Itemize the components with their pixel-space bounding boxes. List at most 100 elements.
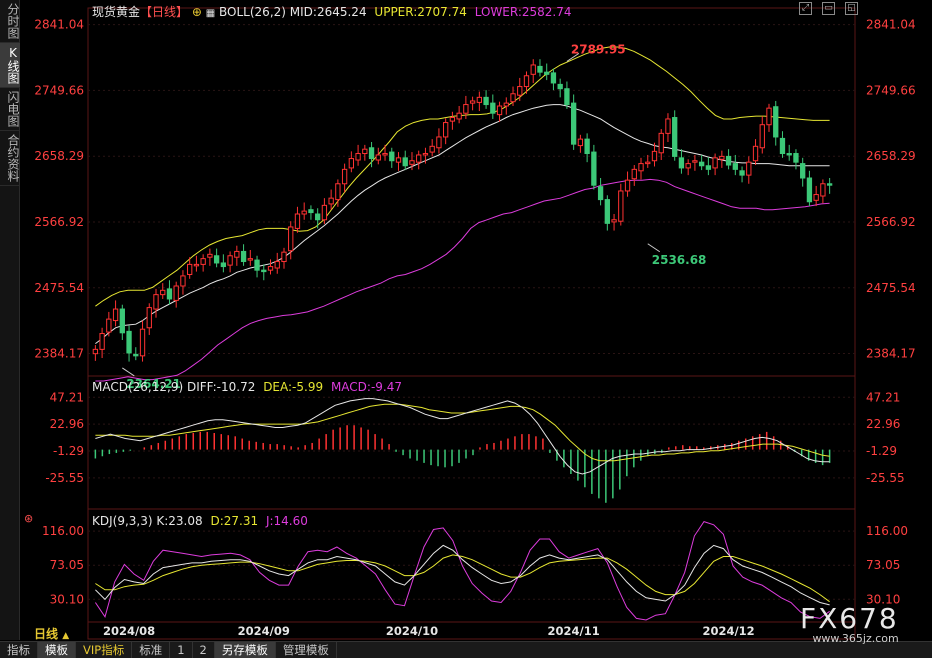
candle-body (779, 137, 786, 155)
candle-body (436, 136, 442, 149)
candle-body (119, 308, 125, 334)
price-tick-right: 2566.92 (866, 215, 916, 229)
add-icon[interactable]: ⊕ (192, 5, 202, 19)
annotation-leader (122, 367, 135, 377)
candle-body (705, 165, 712, 170)
candle-body (409, 160, 415, 165)
price-tick-right: 2475.54 (866, 281, 916, 295)
boll-mid: MID:2645.24 (289, 5, 367, 19)
candle-body (112, 308, 119, 322)
candle-body (624, 179, 631, 192)
candle-body (328, 197, 334, 205)
candle-body (261, 269, 267, 273)
tab-standard[interactable]: 标准 (132, 642, 171, 658)
candle-body (213, 255, 220, 264)
tab-template-2[interactable]: 2 (193, 642, 215, 658)
kdj-j-line (94, 521, 830, 621)
kdj-settings-icon[interactable]: ⊛ (24, 512, 33, 525)
kdj-d: D:27.31 (210, 514, 259, 528)
candle-body (92, 348, 99, 355)
settings-icon[interactable]: ▦ (206, 8, 215, 19)
kdj-k: K:23.08 (156, 514, 203, 528)
candle-body (469, 100, 476, 104)
chevron-down-icon[interactable]: ▲ (62, 631, 69, 641)
price-annotation: 2536.68 (652, 253, 707, 267)
layout-icon[interactable]: ▭ (822, 2, 835, 15)
price-tick-right: 2384.17 (866, 347, 916, 361)
kdj-k-line (95, 544, 830, 606)
price-tick-left: 2475.54 (34, 281, 84, 295)
boll-label: BOLL(26,2) (219, 5, 286, 19)
tab-kline-chart[interactable]: K线图 (0, 43, 20, 88)
candle-body (193, 263, 200, 267)
candle-body (577, 138, 584, 147)
candle-body (315, 213, 321, 221)
candle-body (638, 163, 644, 172)
candle-body (725, 155, 732, 166)
candle-body (752, 145, 759, 162)
candle-body (240, 250, 247, 263)
tab-save-template[interactable]: 另存模板 (214, 642, 276, 658)
tab-indicators[interactable]: 指标 (0, 642, 38, 658)
candle-body (820, 183, 826, 197)
boll-upper-line (95, 46, 830, 307)
symbol-name: 现货黄金 (92, 5, 141, 19)
candle-body (557, 83, 563, 90)
candle-body (584, 138, 590, 155)
macd-tick-right: -1.29 (866, 444, 897, 458)
tab-manage-templates[interactable]: 管理模板 (276, 642, 337, 658)
period-selector[interactable]: 日线 ▲ (34, 625, 69, 642)
macd-label: MACD(26,12,9) (92, 380, 184, 394)
candle-body (510, 93, 516, 103)
tab-time-chart[interactable]: 分时图 (0, 0, 20, 43)
candle-body (523, 75, 530, 88)
chart-canvas[interactable]: 2841.04 2841.04 2749.66 2749.66 2658.29 2658.… (0, 0, 932, 640)
candle-body (537, 65, 543, 73)
candle-body (382, 153, 388, 156)
candle-body (651, 150, 658, 162)
candle-body (368, 147, 375, 160)
candle-body (483, 96, 489, 106)
period-button-label[interactable]: 日线 (34, 627, 58, 641)
macd-tick-right: 47.21 (866, 390, 900, 404)
tab-contract-info[interactable]: 合约资料 (0, 131, 20, 186)
candle-body (362, 148, 368, 155)
candle-body (591, 151, 597, 186)
tab-vip-indicators[interactable]: VIP指标 (76, 642, 133, 658)
boll-lower-line (95, 178, 830, 382)
candle-body (544, 71, 550, 75)
candle-body (254, 259, 260, 271)
candle-body (463, 104, 469, 114)
candle-body (187, 263, 193, 275)
candle-body (645, 161, 651, 165)
kdj-tick-right: 116.00 (866, 524, 908, 538)
kdj-tick-left: 73.05 (50, 558, 84, 572)
price-tick-left: 2658.29 (34, 149, 84, 163)
candle-body (746, 161, 752, 176)
candle-body (604, 199, 610, 224)
candle-body (395, 157, 402, 163)
candle-body (173, 285, 179, 301)
window-icon[interactable]: ◱ (845, 2, 858, 15)
candle-body (341, 168, 348, 185)
price-tick-left: 2749.66 (34, 83, 84, 97)
tab-flash-chart[interactable]: 闪电图 (0, 88, 20, 131)
candle-body (422, 153, 429, 156)
candle-body (106, 318, 112, 333)
candle-body (146, 307, 152, 329)
candle-body (321, 204, 328, 221)
tab-template-1[interactable]: 1 (170, 642, 193, 658)
kdj-label: KDJ(9,3,3) (92, 514, 153, 528)
price-tick-right: 2658.29 (866, 149, 916, 163)
candle-body (672, 117, 678, 157)
candle-body (570, 102, 577, 145)
candle-body (416, 154, 422, 163)
candle-body (429, 145, 435, 153)
price-tick-left: 2384.17 (34, 347, 84, 361)
tab-templates[interactable]: 模板 (38, 642, 76, 658)
candle-body (160, 289, 166, 296)
macd-tick-left: 22.96 (50, 417, 84, 431)
candle-body (456, 112, 462, 120)
fullscreen-icon[interactable]: ⤢ (799, 2, 812, 15)
macd-tick-left: 47.21 (50, 390, 84, 404)
